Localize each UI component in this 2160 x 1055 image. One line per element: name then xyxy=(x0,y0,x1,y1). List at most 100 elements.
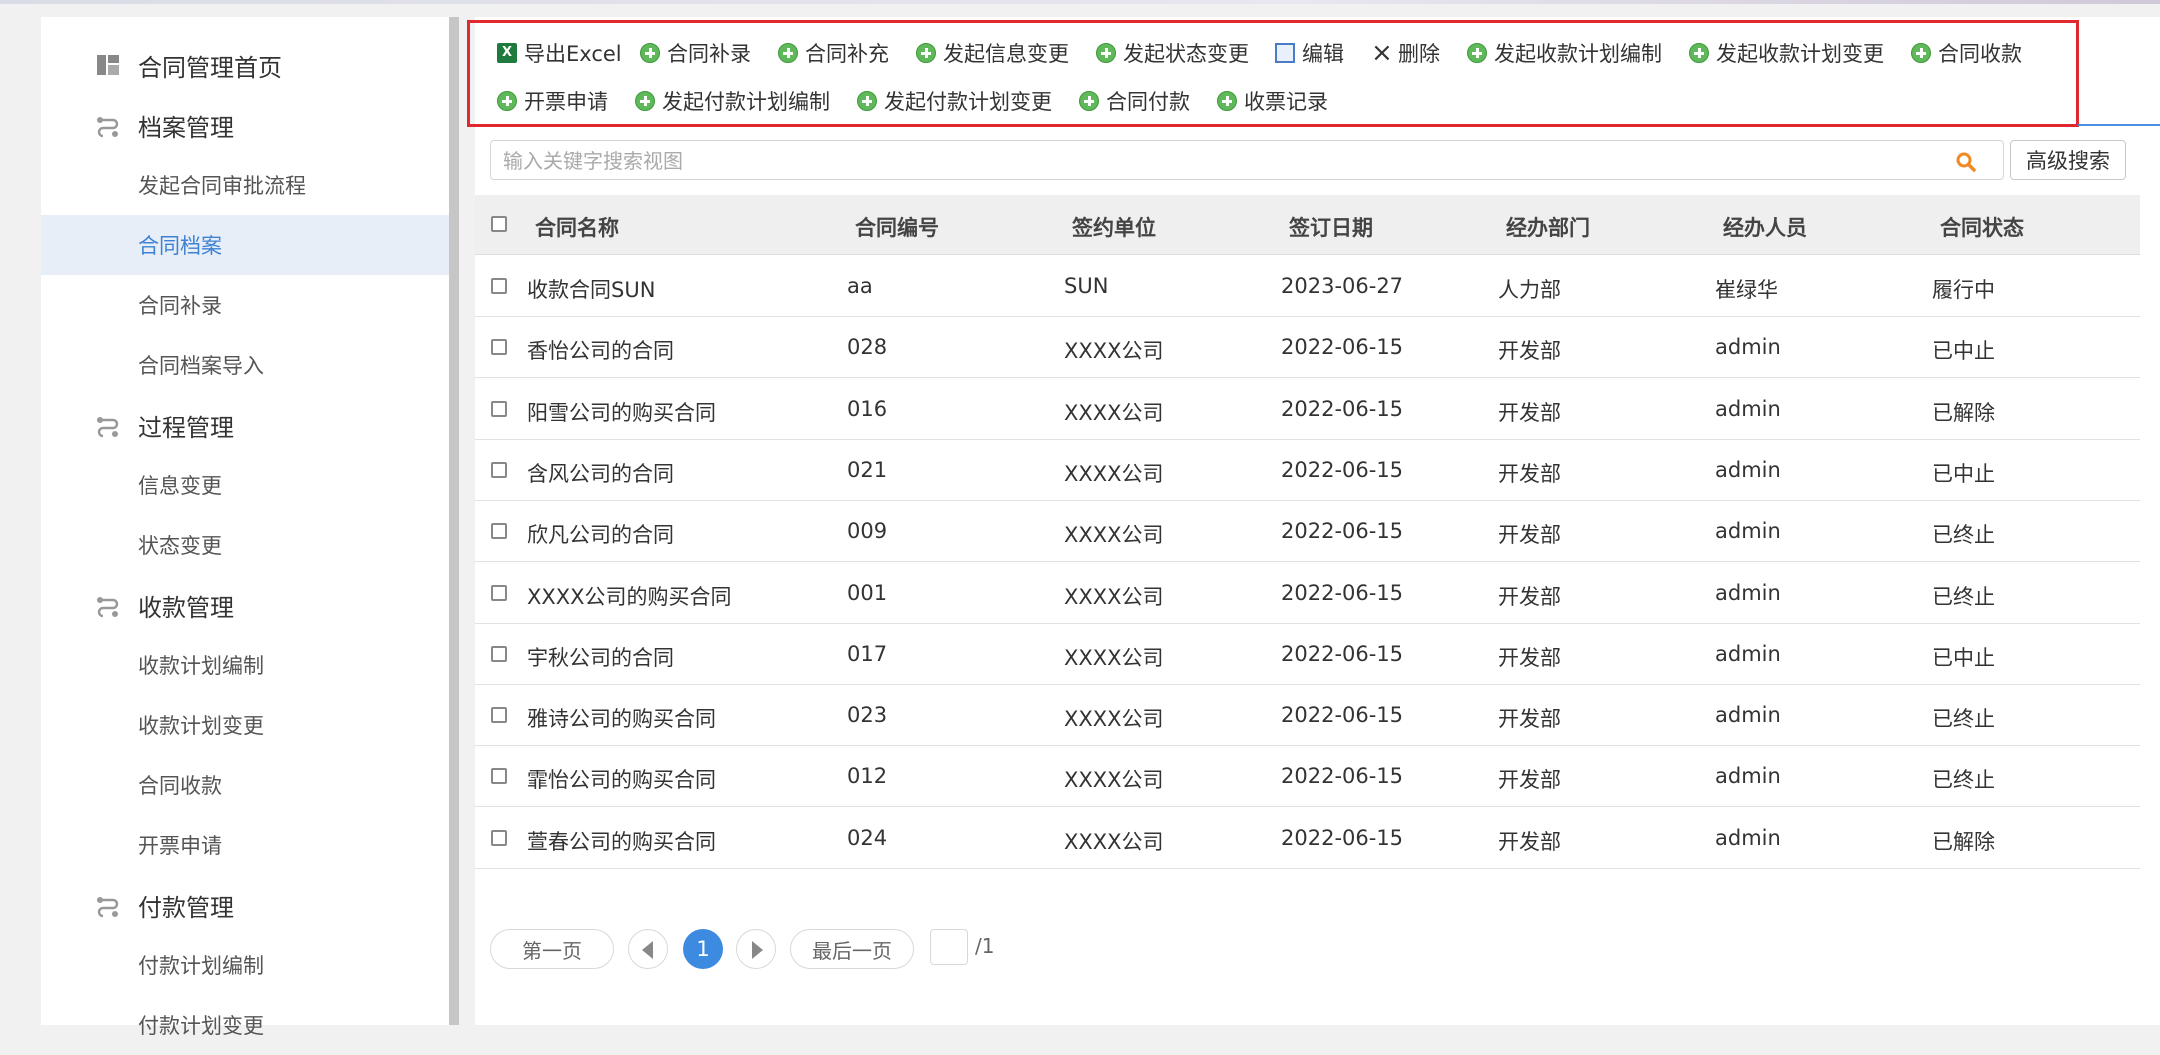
start-collection-plan-change-button[interactable]: 发起收款计划变更 xyxy=(1689,38,1884,68)
sidebar-item-3[interactable]: 合同档案 xyxy=(41,215,449,275)
row-checkbox[interactable] xyxy=(491,584,507,601)
cell-signing-date: 2022-06-15 xyxy=(1281,396,1404,421)
cell-department: 人力部 xyxy=(1498,278,1561,302)
table-row[interactable]: 含风公司的合同 021 XXXX公司 2022-06-15 开发部 admin 已中止 xyxy=(475,439,2140,501)
header-department[interactable]: 经办部门 xyxy=(1506,212,1590,242)
sidebar-item-1[interactable]: 档案管理 xyxy=(41,95,449,155)
cell-department: 开发部 xyxy=(1498,523,1561,548)
sidebar-item-10[interactable]: 收款计划编制 xyxy=(41,635,449,695)
start-collection-plan-button[interactable]: 发起收款计划编制 xyxy=(1467,38,1662,68)
row-checkbox[interactable] xyxy=(491,829,507,846)
contract-collection-button[interactable]: 合同收款 xyxy=(1911,38,2022,68)
next-page-button[interactable] xyxy=(736,929,776,969)
row-checkbox[interactable] xyxy=(491,707,507,724)
search-icon[interactable] xyxy=(1955,151,1977,173)
chevron-left-icon xyxy=(642,941,653,959)
select-all-checkbox[interactable] xyxy=(491,216,507,232)
start-payment-plan-change-button[interactable]: 发起付款计划变更 xyxy=(857,86,1052,116)
first-page-button[interactable]: 第一页 xyxy=(490,929,614,969)
cell-contract-number: 012 xyxy=(847,764,888,789)
row-checkbox[interactable] xyxy=(491,278,507,294)
sidebar-item-14[interactable]: 付款管理 xyxy=(41,875,449,935)
cell-handler: admin xyxy=(1715,703,1781,728)
cell-signing-unit: XXXX公司 xyxy=(1064,707,1164,732)
cell-signing-date: 2022-06-15 xyxy=(1281,519,1404,544)
edit-button[interactable]: 编辑 xyxy=(1275,38,1344,68)
sidebar: 合同管理首页 档案管理 发起合同审批流程合同档案合同补录合同档案导入过程管理信息变更… xyxy=(41,17,449,1038)
sidebar-item-4[interactable]: 合同补录 xyxy=(41,275,449,335)
row-checkbox[interactable] xyxy=(491,645,507,662)
sidebar-item-label: 状态变更 xyxy=(138,534,222,558)
table-row[interactable]: 雅诗公司的购买合同 023 XXXX公司 2022-06-15 开发部 admin 已终止 xyxy=(475,685,2140,747)
export-excel-button[interactable]: X 导出Excel xyxy=(497,38,622,68)
invoice-request-button[interactable]: 开票申请 xyxy=(497,86,608,116)
flow-icon xyxy=(97,597,119,618)
row-checkbox[interactable] xyxy=(491,768,507,785)
sidebar-item-16[interactable]: 付款计划变更 xyxy=(41,995,449,1055)
cell-contract-name: XXXX公司的购买合同 xyxy=(527,584,732,609)
sidebar-item-label: 合同补录 xyxy=(138,294,222,318)
sidebar-item-6[interactable]: 过程管理 xyxy=(41,395,449,455)
cell-contract-number: 023 xyxy=(847,703,888,728)
header-contract-status[interactable]: 合同状态 xyxy=(1940,212,2024,242)
sidebar-item-2[interactable]: 发起合同审批流程 xyxy=(41,155,449,215)
table-row[interactable]: XXXX公司的购买合同 001 XXXX公司 2022-06-15 开发部 admin 已终… xyxy=(475,562,2140,624)
total-pages: /1 xyxy=(975,934,995,958)
table-row[interactable]: 阳雪公司的购买合同 016 XXXX公司 2022-06-15 开发部 admin 已解除 xyxy=(475,378,2140,440)
prev-page-button[interactable] xyxy=(628,929,668,969)
table-row[interactable]: 宇秋公司的合同 017 XXXX公司 2022-06-15 开发部 admin 已中止 xyxy=(475,623,2140,685)
search-input[interactable] xyxy=(503,147,1923,175)
sidebar-item-15[interactable]: 付款计划编制 xyxy=(41,935,449,995)
sidebar-item-13[interactable]: 开票申请 xyxy=(41,815,449,875)
contract-supplement-record-button[interactable]: 合同补录 xyxy=(640,38,751,68)
table-row[interactable]: 收款合同SUN aa SUN 2023-06-27 人力部 崔绿华 履行中 xyxy=(475,256,2140,317)
row-checkbox[interactable] xyxy=(491,400,507,417)
start-payment-plan-button[interactable]: 发起付款计划编制 xyxy=(635,86,830,116)
sidebar-item-label: 合同档案 xyxy=(138,234,222,258)
header-contract-name[interactable]: 合同名称 xyxy=(535,212,619,242)
current-page[interactable]: 1 xyxy=(683,929,723,969)
table-row[interactable]: 香怡公司的合同 028 XXXX公司 2022-06-15 开发部 admin 已中止 xyxy=(475,317,2140,379)
cell-contract-name: 含风公司的合同 xyxy=(527,461,674,486)
sidebar-item-7[interactable]: 信息变更 xyxy=(41,455,449,515)
cell-contract-name: 萱春公司的购买合同 xyxy=(527,829,716,854)
last-page-button[interactable]: 最后一页 xyxy=(790,929,914,969)
cell-signing-date: 2022-06-15 xyxy=(1281,641,1404,666)
contract-payment-button[interactable]: 合同付款 xyxy=(1079,86,1190,116)
cell-contract-status: 已中止 xyxy=(1932,461,1995,486)
start-info-change-button[interactable]: 发起信息变更 xyxy=(916,38,1069,68)
cell-contract-name: 霏怡公司的购买合同 xyxy=(527,768,716,793)
header-signing-date[interactable]: 签订日期 xyxy=(1289,212,1373,242)
row-checkbox[interactable] xyxy=(491,339,507,356)
sidebar-scrollbar[interactable] xyxy=(449,17,459,1025)
table-row[interactable]: 欣凡公司的合同 009 XXXX公司 2022-06-15 开发部 admin 已终止 xyxy=(475,501,2140,563)
cell-contract-status: 已终止 xyxy=(1932,707,1995,732)
cell-contract-number: 009 xyxy=(847,519,888,544)
header-contract-number[interactable]: 合同编号 xyxy=(855,212,939,242)
sidebar-item-label: 过程管理 xyxy=(138,413,234,442)
delete-button[interactable]: × 删除 xyxy=(1371,38,1440,68)
start-status-change-button[interactable]: 发起状态变更 xyxy=(1096,38,1249,68)
sidebar-item-9[interactable]: 收款管理 xyxy=(41,575,449,635)
table-row[interactable]: 萱春公司的购买合同 024 XXXX公司 2022-06-15 开发部 admin 已解除 xyxy=(475,807,2140,869)
sidebar-item-0[interactable]: 合同管理首页 xyxy=(41,35,449,95)
sidebar-item-12[interactable]: 合同收款 xyxy=(41,755,449,815)
cell-handler: admin xyxy=(1715,580,1781,605)
cell-signing-date: 2022-06-15 xyxy=(1281,580,1404,605)
cell-handler: admin xyxy=(1715,825,1781,850)
advanced-search-button[interactable]: 高级搜索 xyxy=(2010,140,2126,180)
page-jump-input[interactable] xyxy=(930,929,968,965)
sidebar-item-8[interactable]: 状态变更 xyxy=(41,515,449,575)
contract-supplement-button[interactable]: 合同补充 xyxy=(778,38,889,68)
flow-icon xyxy=(97,417,119,438)
row-checkbox[interactable] xyxy=(491,523,507,540)
table-row[interactable]: 霏怡公司的购买合同 012 XXXX公司 2022-06-15 开发部 admin 已终止 xyxy=(475,746,2140,808)
sidebar-item-11[interactable]: 收款计划变更 xyxy=(41,695,449,755)
header-handler[interactable]: 经办人员 xyxy=(1723,212,1807,242)
receipt-record-button[interactable]: 收票记录 xyxy=(1217,86,1328,116)
row-checkbox[interactable] xyxy=(491,461,507,478)
header-signing-unit[interactable]: 签约单位 xyxy=(1072,212,1156,242)
sidebar-item-label: 收款计划变更 xyxy=(138,714,264,738)
sidebar-item-5[interactable]: 合同档案导入 xyxy=(41,335,449,395)
add-circle-icon xyxy=(1079,91,1099,111)
